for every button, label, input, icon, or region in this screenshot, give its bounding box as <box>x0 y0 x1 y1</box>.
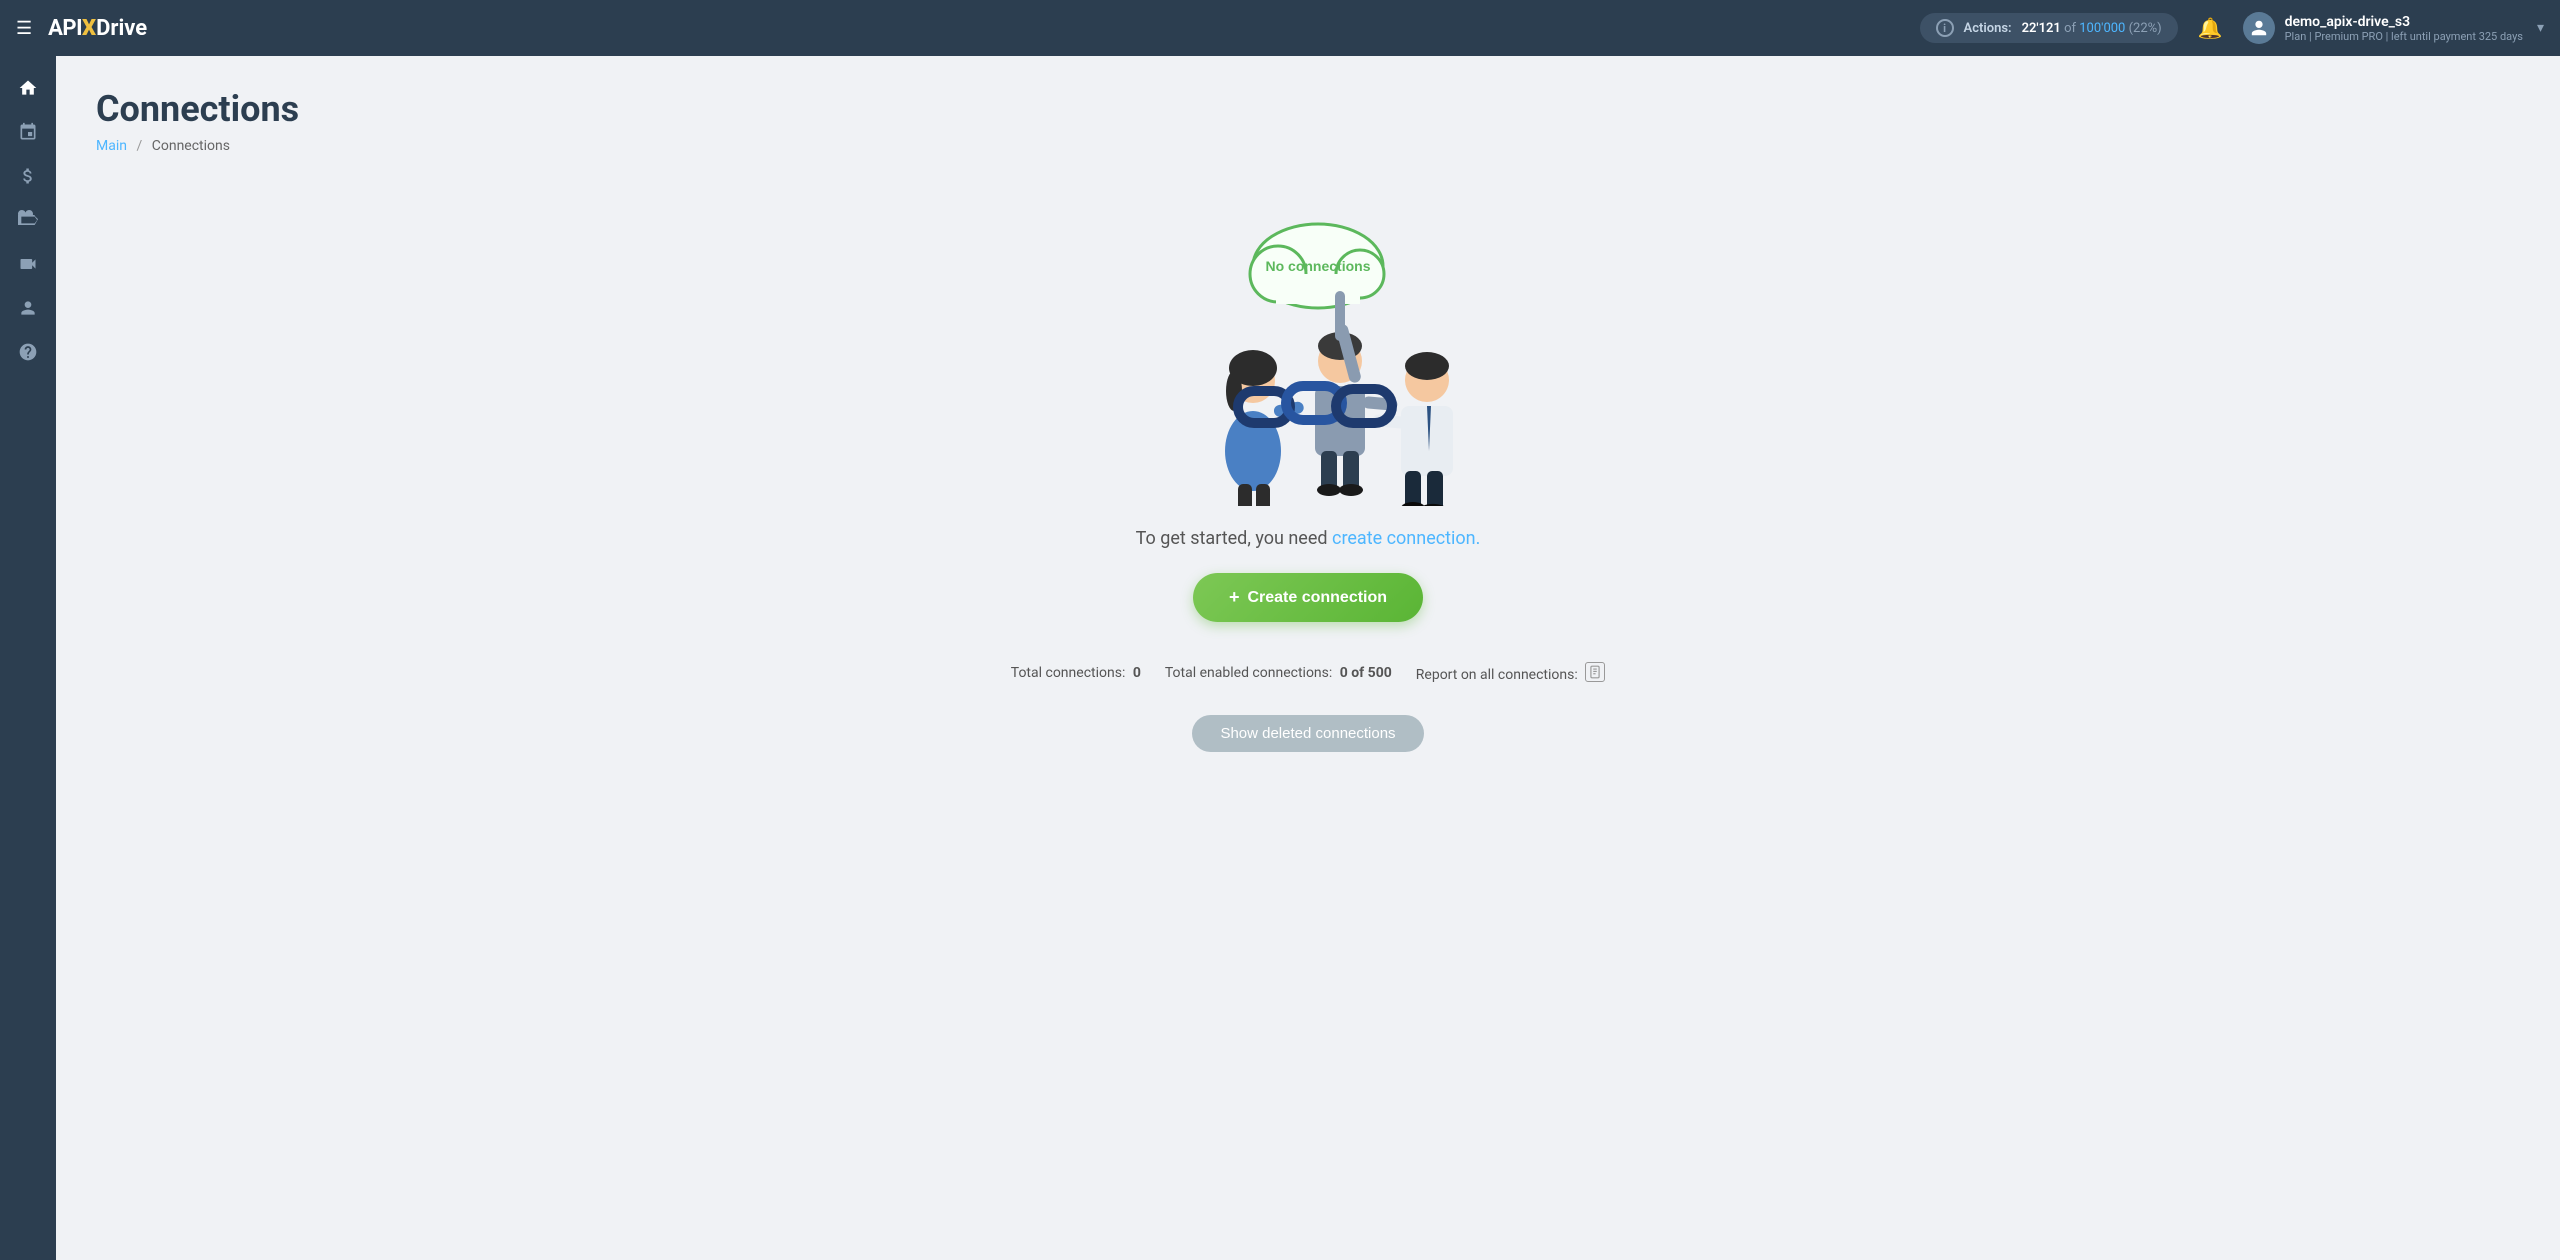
breadcrumb-separator: / <box>136 138 142 154</box>
menu-icon[interactable]: ☰ <box>16 18 32 39</box>
prompt-link[interactable]: create connection. <box>1332 528 1480 549</box>
chevron-down-icon: ▾ <box>2537 20 2544 36</box>
report-label: Report on all connections: <box>1416 662 1605 683</box>
breadcrumb-main-link[interactable]: Main <box>96 138 127 154</box>
layout: Connections Main / Connections <box>0 56 2560 1260</box>
center-content: No connections <box>96 186 2520 772</box>
bell-button[interactable]: 🔔 <box>2194 12 2227 45</box>
topnav: ☰ API X Drive i Actions: 22'121 of 100'0… <box>0 0 2560 56</box>
actions-count: 22'121 of 100'000 (22%) <box>2022 21 2162 36</box>
enabled-connections-label: Total enabled connections: 0 of 500 <box>1165 665 1392 681</box>
sidebar-item-home[interactable] <box>8 68 48 108</box>
sidebar-item-profile[interactable] <box>8 288 48 328</box>
info-icon: i <box>1936 19 1954 37</box>
sidebar-item-help[interactable] <box>8 332 48 372</box>
logo-api: API <box>48 16 82 41</box>
total-connections-label: Total connections: 0 <box>1011 665 1141 681</box>
enabled-connections-value: 0 of 500 <box>1340 665 1392 681</box>
create-connection-label: Create connection <box>1247 589 1387 607</box>
sidebar-item-video[interactable] <box>8 244 48 284</box>
prompt-static: To get started, you need <box>1136 528 1328 549</box>
breadcrumb-current: Connections <box>152 138 230 154</box>
main-content: Connections Main / Connections <box>56 56 2560 1260</box>
actions-label: Actions: <box>1964 21 2012 36</box>
user-avatar <box>2243 12 2275 44</box>
user-name: demo_apix-drive_s3 <box>2285 14 2523 30</box>
logo-x: X <box>82 16 96 41</box>
sidebar-item-services[interactable] <box>8 200 48 240</box>
logo: API X Drive <box>48 16 147 41</box>
user-info: demo_apix-drive_s3 Plan | Premium PRO | … <box>2285 14 2523 43</box>
show-deleted-button[interactable]: Show deleted connections <box>1192 715 1423 752</box>
sidebar-item-billing[interactable] <box>8 156 48 196</box>
sidebar <box>0 56 56 1260</box>
sidebar-item-connections[interactable] <box>8 112 48 152</box>
total-connections-value: 0 <box>1133 665 1141 681</box>
plus-icon: + <box>1229 587 1240 608</box>
user-plan: Plan | Premium PRO | left until payment … <box>2285 30 2523 43</box>
breadcrumb: Main / Connections <box>96 138 2520 154</box>
page-title: Connections <box>96 88 2520 130</box>
create-connection-button[interactable]: + Create connection <box>1193 573 1423 622</box>
stats-row: Total connections: 0 Total enabled conne… <box>1011 662 1605 683</box>
illustration: No connections <box>1138 206 1478 496</box>
user-section[interactable]: demo_apix-drive_s3 Plan | Premium PRO | … <box>2243 12 2544 44</box>
logo-drive: Drive <box>96 16 147 41</box>
prompt-text: To get started, you need create connecti… <box>1136 528 1481 549</box>
svg-text:No connections: No connections <box>1265 258 1370 274</box>
report-icon[interactable] <box>1585 662 1605 682</box>
actions-pill[interactable]: i Actions: 22'121 of 100'000 (22%) <box>1920 13 2178 43</box>
